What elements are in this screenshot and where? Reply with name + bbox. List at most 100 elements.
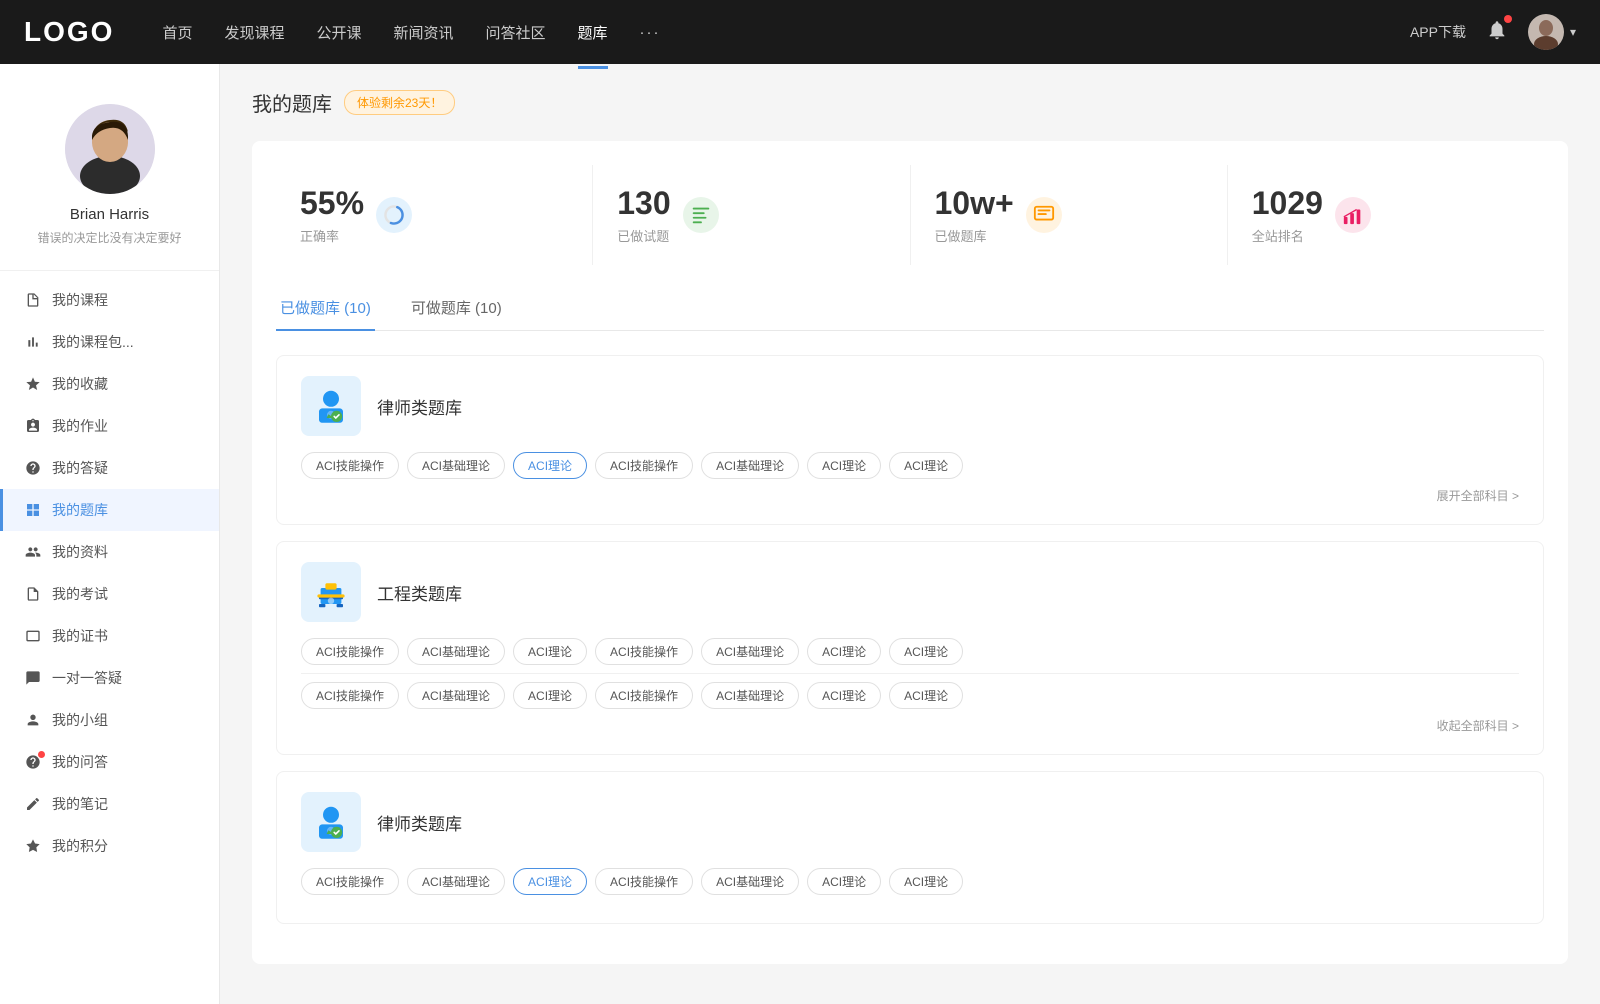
header-avatar xyxy=(1528,14,1564,50)
question-badge xyxy=(38,751,45,758)
menu-favorites[interactable]: 我的收藏 xyxy=(0,363,219,405)
tag[interactable]: ACI基础理论 xyxy=(701,868,799,895)
menu-my-notes[interactable]: 我的笔记 xyxy=(0,783,219,825)
stats-row: 55% 正确率 130 已做试题 xyxy=(276,165,1544,265)
tag[interactable]: ACI基础理论 xyxy=(407,682,505,709)
lawyer2-bank-name: 律师类题库 xyxy=(377,810,462,835)
menu-label: 我的题库 xyxy=(52,500,108,520)
document-icon xyxy=(24,585,42,603)
page-header: 我的题库 体验剩余23天！ xyxy=(252,88,1568,117)
menu-exam[interactable]: 我的考试 xyxy=(0,573,219,615)
stat-label-rank: 全站排名 xyxy=(1252,226,1323,245)
nav-question-bank[interactable]: 题库 xyxy=(578,18,608,47)
grid-icon xyxy=(24,501,42,519)
logo: LOGO xyxy=(24,16,114,48)
menu-course-package[interactable]: 我的课程包... xyxy=(0,321,219,363)
tag[interactable]: ACI技能操作 xyxy=(595,638,693,665)
tag[interactable]: ACI理论 xyxy=(889,868,963,895)
engineering-tags-row-1: ACI技能操作 ACI基础理论 ACI理论 ACI技能操作 ACI基础理论 AC… xyxy=(301,638,1519,665)
main-nav: 首页 发现课程 公开课 新闻资讯 问答社区 题库 ··· xyxy=(162,18,1410,47)
tag[interactable]: ACI理论 xyxy=(807,638,881,665)
engineering-bank-name: 工程类题库 xyxy=(377,580,462,605)
done-banks-icon xyxy=(1026,197,1062,233)
tag[interactable]: ACI技能操作 xyxy=(595,868,693,895)
accuracy-icon xyxy=(376,197,412,233)
menu-label: 我的考试 xyxy=(52,584,108,604)
tag[interactable]: ACI基础理论 xyxy=(407,638,505,665)
tabs-row: 已做题库 (10) 可做题库 (10) xyxy=(276,289,1544,331)
tag[interactable]: ACI理论 xyxy=(889,638,963,665)
engineering-collapse-link[interactable]: 收起全部科目 > xyxy=(301,717,1519,734)
tag[interactable]: ACI基础理论 xyxy=(701,452,799,479)
tag[interactable]: ACI技能操作 xyxy=(595,452,693,479)
menu-my-questions[interactable]: 我的问答 xyxy=(0,741,219,783)
header-dropdown-icon: ▾ xyxy=(1570,25,1576,39)
app-download-button[interactable]: APP下载 xyxy=(1410,22,1466,42)
bank-header-lawyer: 律师类题库 xyxy=(301,376,1519,436)
tag[interactable]: ACI技能操作 xyxy=(301,638,399,665)
medal-icon xyxy=(24,837,42,855)
menu-homework[interactable]: 我的作业 xyxy=(0,405,219,447)
menu-certificate[interactable]: 我的证书 xyxy=(0,615,219,657)
menu-label: 我的作业 xyxy=(52,416,108,436)
nav-open-course[interactable]: 公开课 xyxy=(316,18,361,47)
nav-discover[interactable]: 发现课程 xyxy=(224,18,284,47)
nav-qa[interactable]: 问答社区 xyxy=(486,18,546,47)
menu-my-data[interactable]: 我的资料 xyxy=(0,531,219,573)
header-right: APP下载 ▾ xyxy=(1410,14,1576,50)
certificate-icon xyxy=(24,627,42,645)
tag[interactable]: ACI理论 xyxy=(807,682,881,709)
tag[interactable]: ACI技能操作 xyxy=(301,868,399,895)
menu-1on1-qa[interactable]: 一对一答疑 xyxy=(0,657,219,699)
tag[interactable]: ACI理论 xyxy=(889,452,963,479)
tag[interactable]: ACI技能操作 xyxy=(301,682,399,709)
trial-badge: 体验剩余23天！ xyxy=(344,90,455,115)
tag-active[interactable]: ACI理论 xyxy=(513,868,587,895)
tag[interactable]: ACI基础理论 xyxy=(407,452,505,479)
main-content: 我的题库 体验剩余23天！ 55% 正确率 xyxy=(220,64,1600,1004)
group-icon xyxy=(24,711,42,729)
nav-home[interactable]: 首页 xyxy=(162,18,192,47)
bank-card-lawyer-2: 律师类题库 ACI技能操作 ACI基础理论 ACI理论 ACI技能操作 ACI基… xyxy=(276,771,1544,924)
tag[interactable]: ACI技能操作 xyxy=(301,452,399,479)
menu-label: 我的课程包... xyxy=(52,332,134,352)
tag[interactable]: ACI理论 xyxy=(513,682,587,709)
tag[interactable]: ACI基础理论 xyxy=(407,868,505,895)
header: LOGO 首页 发现课程 公开课 新闻资讯 问答社区 题库 ··· APP下载 … xyxy=(0,0,1600,64)
menu-label: 我的问答 xyxy=(52,752,108,772)
notification-badge xyxy=(1504,15,1512,23)
sidebar: Brian Harris 错误的决定比没有决定要好 我的课程 我的课程包... … xyxy=(0,64,220,1004)
tag[interactable]: ACI理论 xyxy=(807,452,881,479)
menu-qa[interactable]: 我的答疑 xyxy=(0,447,219,489)
stat-global-rank: 1029 全站排名 xyxy=(1228,165,1544,265)
menu-my-course[interactable]: 我的课程 xyxy=(0,279,219,321)
tag[interactable]: ACI基础理论 xyxy=(701,638,799,665)
notification-button[interactable] xyxy=(1486,19,1508,46)
tag[interactable]: ACI基础理论 xyxy=(701,682,799,709)
nav-news[interactable]: 新闻资讯 xyxy=(394,18,454,47)
stat-value-done: 130 xyxy=(617,185,670,222)
menu-question-bank[interactable]: 我的题库 xyxy=(0,489,219,531)
menu-my-points[interactable]: 我的积分 xyxy=(0,825,219,867)
nav-more[interactable]: ··· xyxy=(640,20,661,45)
tag[interactable]: ACI理论 xyxy=(889,682,963,709)
lawyer-expand-link[interactable]: 展开全部科目 > xyxy=(301,487,1519,504)
tab-available-banks[interactable]: 可做题库 (10) xyxy=(407,289,506,330)
stat-value-accuracy: 55% xyxy=(300,185,364,222)
rank-icon xyxy=(1335,197,1371,233)
chat-icon xyxy=(24,669,42,687)
user-avatar-button[interactable]: ▾ xyxy=(1528,14,1576,50)
stat-label-accuracy: 正确率 xyxy=(300,226,364,245)
bank-header-lawyer-2: 律师类题库 xyxy=(301,792,1519,852)
clipboard-icon xyxy=(24,417,42,435)
tag[interactable]: ACI技能操作 xyxy=(595,682,693,709)
menu-my-group[interactable]: 我的小组 xyxy=(0,699,219,741)
menu-label: 我的证书 xyxy=(52,626,108,646)
engineering-tags-row-2: ACI技能操作 ACI基础理论 ACI理论 ACI技能操作 ACI基础理论 AC… xyxy=(301,682,1519,709)
tag[interactable]: ACI理论 xyxy=(807,868,881,895)
stats-card: 55% 正确率 130 已做试题 xyxy=(252,141,1568,964)
tab-done-banks[interactable]: 已做题库 (10) xyxy=(276,289,375,330)
tag-active[interactable]: ACI理论 xyxy=(513,452,587,479)
file-icon xyxy=(24,291,42,309)
tag[interactable]: ACI理论 xyxy=(513,638,587,665)
